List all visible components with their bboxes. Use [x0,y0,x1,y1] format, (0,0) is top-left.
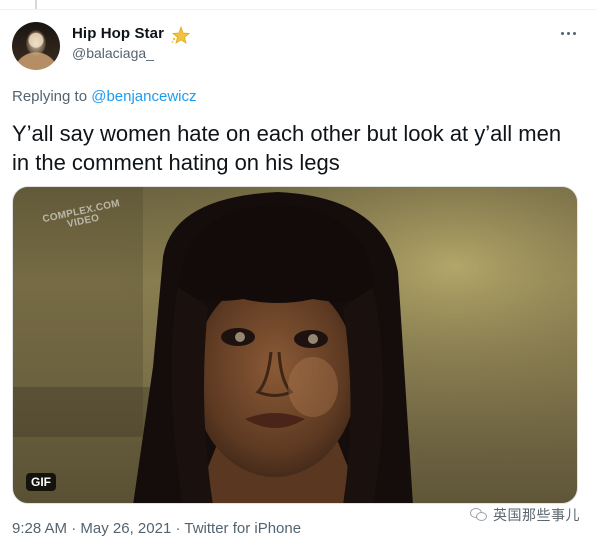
tweet-metadata: 9:28 AM · May 26, 2021 · Twitter for iPh… [12,520,301,537]
display-name[interactable]: Hip Hop Star [72,25,164,42]
gif-media[interactable]: COMPLEX.COM VIDEO GIF [12,186,578,504]
wechat-icon [470,508,488,522]
tweet-date[interactable]: May 26, 2021 [80,520,171,537]
tweet-text: Y’all say women hate on each other but l… [12,119,582,177]
star-emoji-icon [171,25,190,44]
reply-handle-link[interactable]: @benjancewicz [91,88,196,105]
tweet-time[interactable]: 9:28 AM [12,520,67,537]
corner-watermark: 英国那些事儿 [470,505,580,525]
more-options-icon[interactable] [557,25,579,41]
tweet-source[interactable]: Twitter for iPhone [184,520,301,537]
tweet-text-line-2: in the comment hating on his legs [12,150,340,175]
replying-to-label: Replying to [12,88,92,105]
gif-badge: GIF [26,473,56,491]
tweet-text-line-1: Y’all say women hate on each other but l… [12,121,562,146]
avatar[interactable] [12,22,60,70]
meta-separator: · [67,520,81,537]
author-handle[interactable]: @balaciaga_ [72,45,154,61]
corner-watermark-label: 英国那些事儿 [493,507,580,523]
meta-separator: · [171,520,185,537]
thread-connector-line [35,0,37,9]
replying-to: Replying to @benjancewicz [12,88,197,105]
gif-frame-image [13,187,577,503]
divider [0,9,597,10]
